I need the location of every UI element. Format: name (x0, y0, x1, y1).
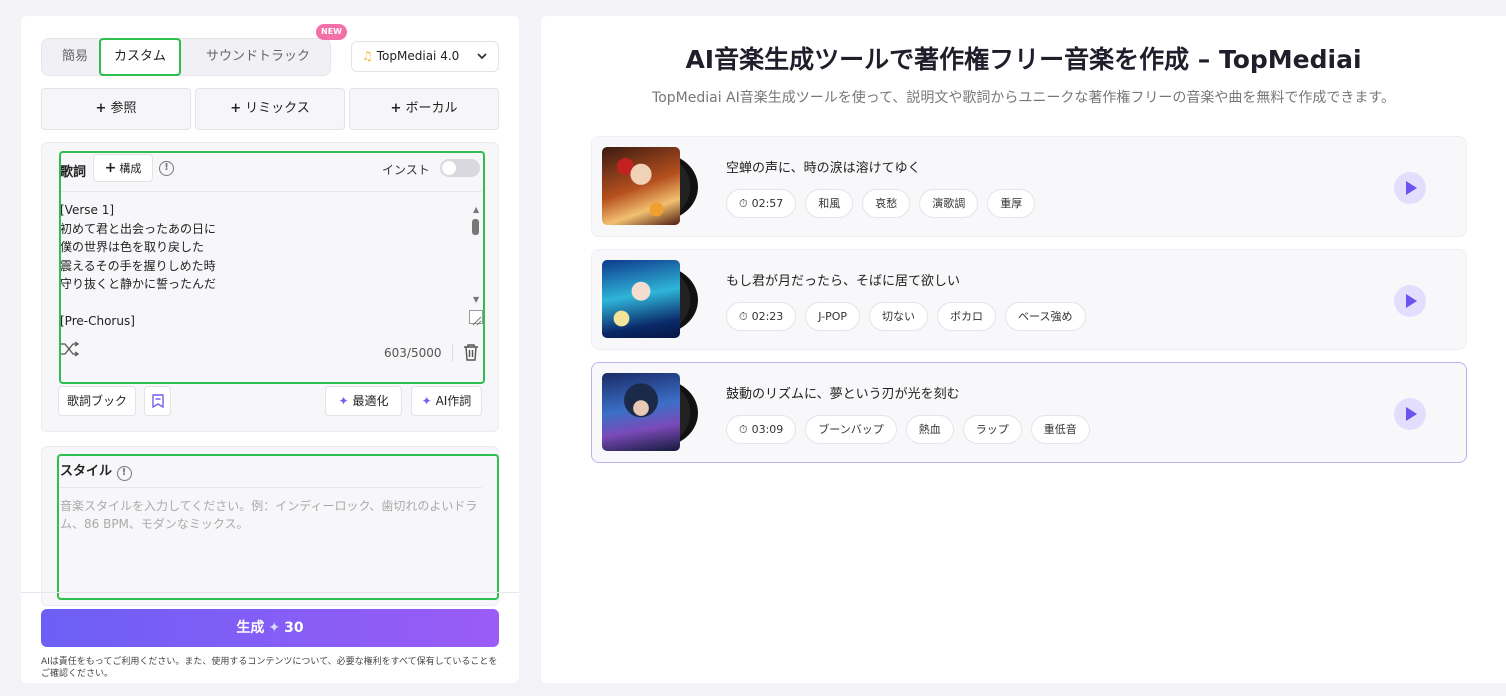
mode-tabs: 簡易 カスタム サウンドトラック (41, 38, 331, 76)
magic-wand-icon: ✦ (338, 394, 349, 408)
generate-label: 生成 (236, 620, 265, 636)
genre-tag: 切ない (869, 302, 929, 331)
genre-tag: J-POP (805, 302, 861, 331)
scroll-down-arrow[interactable]: ▼ (473, 295, 479, 304)
chevron-down-icon (476, 42, 488, 82)
reference-label: 参照 (110, 101, 137, 116)
cover-image (602, 147, 680, 225)
song-card[interactable]: もし君が月だったら、そばに居て欲しい ⏱ 02:23 J-POP 切ない ボカロ … (591, 249, 1467, 350)
generator-panel: 簡易 カスタム サウンドトラック NEW ♫ TopMediai 4.0 + 参照 … (21, 16, 519, 683)
character-counter: 603/5000 (384, 346, 442, 360)
tag-list: ⏱ 02:23 J-POP 切ない ボカロ ベース強め (726, 302, 1086, 331)
song-title: 鼓動のリズムに、夢という刃が光を刻む (726, 387, 960, 402)
sparkle-icon: ✦ (421, 394, 432, 408)
vocal-label: ボーカル (405, 101, 458, 116)
style-label: スタイル ! (60, 460, 132, 481)
divider (452, 344, 453, 362)
tag-list: ⏱ 02:57 和風 哀愁 演歌調 重厚 (726, 189, 1036, 218)
showcase-panel: AI音楽生成ツールで著作権フリー音楽を作成 – TopMediai TopMed… (541, 16, 1506, 683)
music-note-icon: ♫ (362, 49, 373, 63)
timer-icon: ⏱ (739, 423, 748, 436)
structure-label: 構成 (119, 162, 142, 175)
album-art (602, 260, 698, 340)
plus-icon: + (95, 101, 107, 116)
new-badge: NEW (316, 24, 347, 40)
model-select[interactable]: ♫ TopMediai 4.0 (351, 41, 499, 72)
bookmark-icon[interactable] (144, 386, 171, 416)
style-input[interactable]: 音楽スタイルを入力してください。例：インディーロック、歯切れのよいドラム、86 … (60, 497, 480, 533)
optimize-label: 最適化 (352, 394, 389, 408)
duration-tag: ⏱ 03:09 (726, 415, 797, 444)
optimize-button[interactable]: ✦ 最適化 (325, 386, 402, 416)
info-icon[interactable]: ! (116, 466, 132, 481)
genre-tag: 重低音 (1030, 415, 1090, 444)
play-icon[interactable] (1394, 398, 1426, 430)
song-title: 空蝉の声に、時の涙は溶けてゆく (726, 161, 921, 176)
divider (21, 592, 519, 593)
song-card[interactable]: 空蝉の声に、時の涙は溶けてゆく ⏱ 02:57 和風 哀愁 演歌調 重厚 (591, 136, 1467, 237)
divider (58, 487, 482, 488)
lyrics-book-button[interactable]: 歌詞ブック (58, 386, 136, 416)
instrumental-label: インスト (382, 163, 430, 177)
reference-button[interactable]: + 参照 (41, 88, 191, 130)
sparkle-icon: ✦ (268, 620, 281, 636)
resize-handle[interactable] (469, 310, 483, 326)
duration-text: 02:23 (751, 310, 784, 323)
tag-list: ⏱ 03:09 ブーンバップ 熱血 ラップ 重低音 (726, 415, 1090, 444)
timer-icon: ⏱ (739, 310, 748, 323)
cover-image (602, 373, 680, 451)
song-title: もし君が月だったら、そばに居て欲しい (726, 274, 961, 289)
model-select-value: TopMediai 4.0 (376, 49, 460, 63)
page-title: AI音楽生成ツールで著作権フリー音楽を作成 – TopMediai (685, 45, 1362, 74)
divider (58, 191, 482, 192)
toggle-knob (442, 161, 456, 175)
timer-icon: ⏱ (739, 197, 748, 210)
shuffle-icon[interactable] (60, 341, 80, 361)
lyrics-label: 歌詞 (60, 165, 87, 180)
album-art (602, 373, 698, 453)
style-section: スタイル ! 音楽スタイルを入力してください。例：インディーロック、歯切れのよい… (41, 446, 499, 606)
page-subtitle: TopMediai AI音楽生成ツールを使って、説明文や歌詞からユニークな著作権… (652, 90, 1395, 106)
genre-tag: ベース強め (1005, 302, 1086, 331)
remix-button[interactable]: + リミックス (195, 88, 345, 130)
play-icon[interactable] (1394, 172, 1426, 204)
genre-tag: 和風 (805, 189, 854, 218)
genre-tag: ブーンバップ (805, 415, 897, 444)
duration-text: 03:09 (751, 423, 784, 436)
genre-tag: ボカロ (937, 302, 997, 331)
ai-write-button[interactable]: ✦ AI作詞 (411, 386, 482, 416)
style-label-text: スタイル (60, 464, 113, 479)
duration-text: 02:57 (751, 197, 784, 210)
generate-button[interactable]: 生成 ✦ 30 (41, 609, 499, 647)
generate-cost: 30 (284, 620, 304, 636)
trash-icon[interactable] (463, 343, 479, 361)
lyrics-textarea[interactable]: [Verse 1] 初めて君と出会ったあの日に 僕の世界は色を取り戻した 震える… (60, 201, 460, 331)
tab-soundtrack[interactable]: サウンドトラック (190, 39, 326, 75)
scroll-up-arrow[interactable]: ▲ (473, 205, 479, 214)
instrumental-toggle[interactable] (440, 159, 480, 177)
genre-tag: 熱血 (905, 415, 954, 444)
info-icon[interactable]: ! (159, 161, 174, 176)
genre-tag: 演歌調 (919, 189, 979, 218)
song-card[interactable]: 鼓動のリズムに、夢という刃が光を刻む ⏱ 03:09 ブーンバップ 熱血 ラップ … (591, 362, 1467, 463)
duration-tag: ⏱ 02:23 (726, 302, 797, 331)
play-icon[interactable] (1394, 285, 1426, 317)
vocal-button[interactable]: + ボーカル (349, 88, 499, 130)
plus-icon: + (230, 101, 242, 116)
remix-label: リミックス (245, 101, 310, 116)
tab-simple[interactable]: 簡易 (48, 39, 102, 75)
structure-button[interactable]: + 構成 (93, 154, 153, 182)
genre-tag: 哀愁 (862, 189, 911, 218)
scrollbar-thumb[interactable] (472, 219, 479, 235)
genre-tag: 重厚 (987, 189, 1036, 218)
album-art (602, 147, 698, 227)
cover-image (602, 260, 680, 338)
tab-custom[interactable]: カスタム (100, 40, 180, 74)
ai-write-label: AI作詞 (435, 394, 472, 408)
plus-icon: + (390, 101, 402, 116)
plus-icon: + (104, 160, 117, 176)
genre-tag: ラップ (962, 415, 1022, 444)
disclaimer-text: AIは責任をもってご利用ください。また、使用するコンテンツについて、必要な権利を… (41, 657, 498, 679)
duration-tag: ⏱ 02:57 (726, 189, 797, 218)
